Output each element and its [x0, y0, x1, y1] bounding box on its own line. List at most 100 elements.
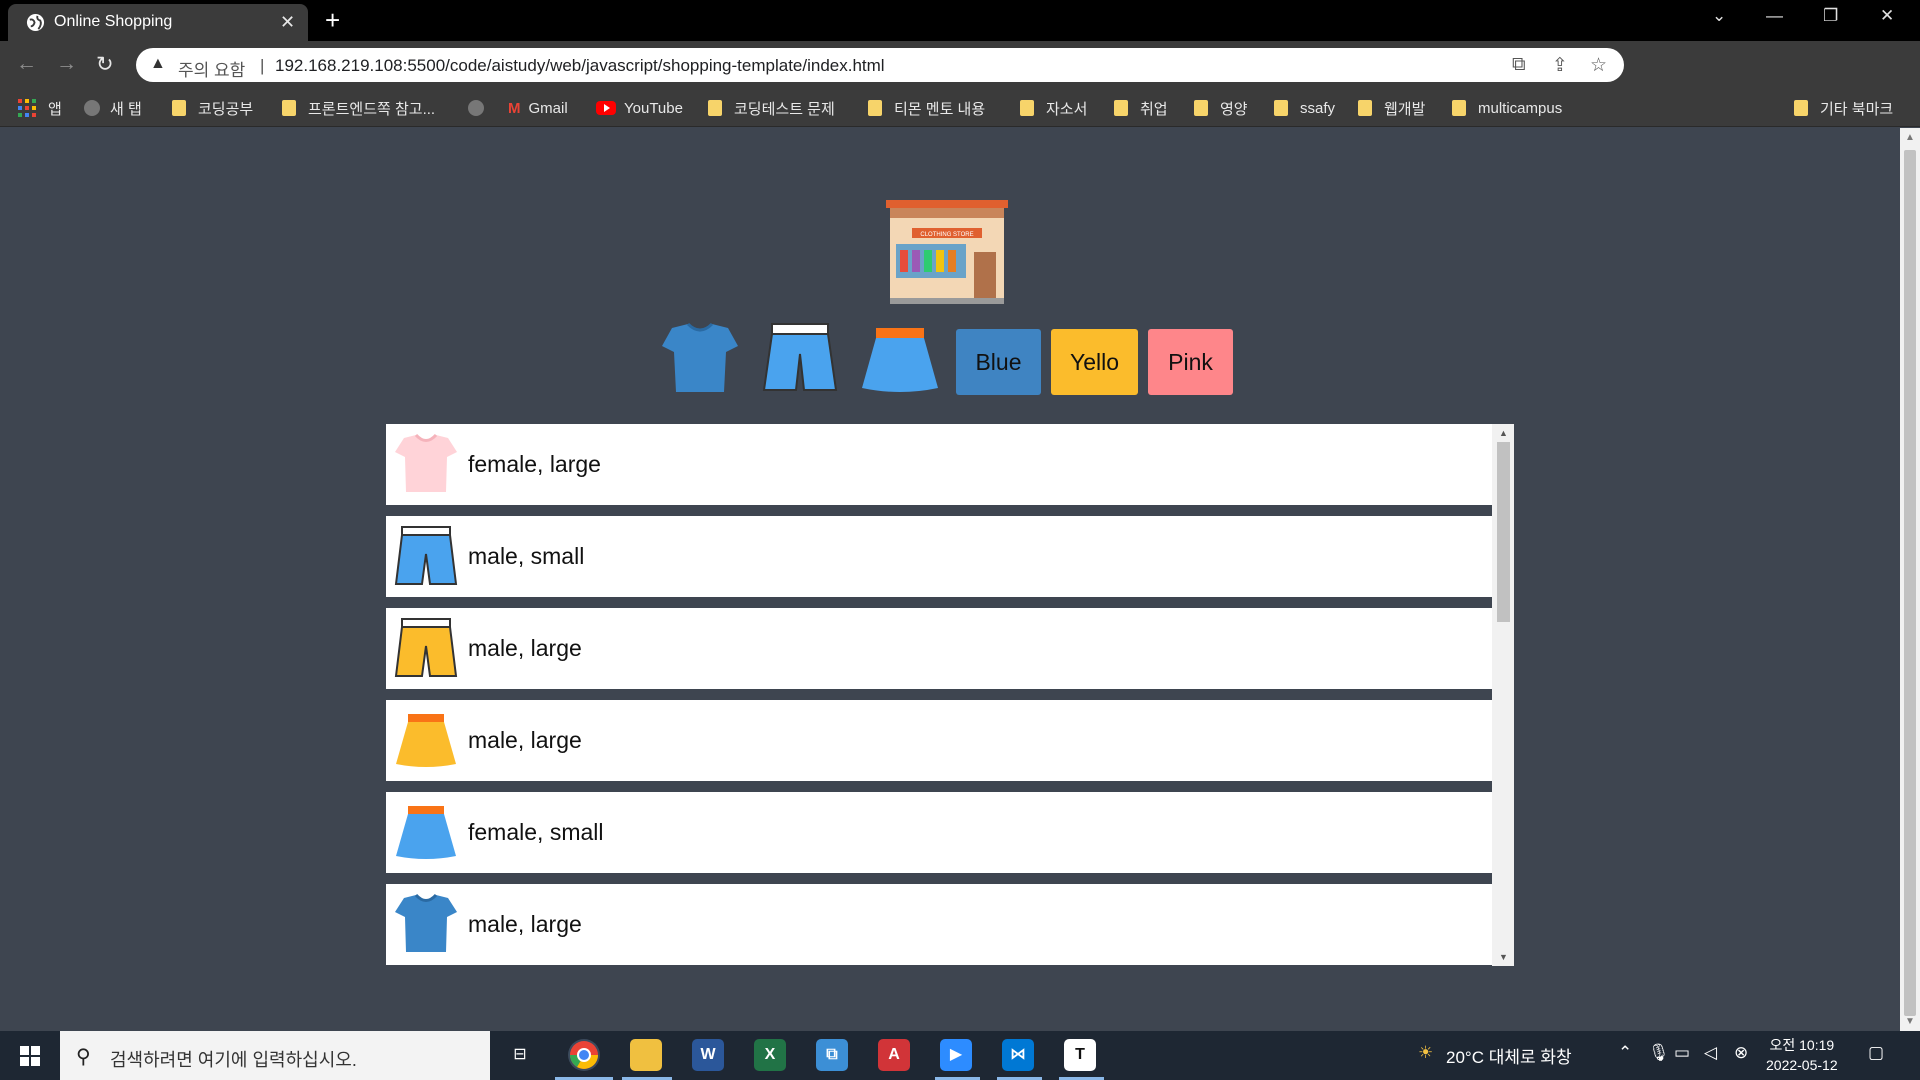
file-explorer-icon[interactable]	[630, 1039, 662, 1071]
folder-icon	[1020, 100, 1034, 116]
search-placeholder: 검색하려면 여기에 입력하십시오.	[110, 1050, 357, 1070]
pink-filter-button[interactable]: Pink	[1148, 329, 1233, 395]
forward-arrow-icon[interactable]: →	[56, 52, 77, 76]
translate-icon[interactable]: ⧉	[1512, 54, 1526, 76]
minimize-button[interactable]: —	[1766, 6, 1783, 26]
excel-app-icon[interactable]: X	[754, 1039, 786, 1071]
other-bookmarks[interactable]: 기타 북마크	[1794, 97, 1893, 119]
bookmark-label: 취업	[1140, 100, 1168, 118]
list-item[interactable]: male, large	[386, 884, 1492, 965]
windows-start-icon[interactable]	[20, 1046, 40, 1066]
list-scroll-up-icon[interactable]: ▲	[1499, 428, 1508, 438]
folder-icon	[1452, 100, 1466, 116]
close-window-button[interactable]: ✕	[1880, 6, 1894, 26]
scroll-up-arrow-icon[interactable]: ▲	[1905, 132, 1915, 143]
url-text[interactable]: 192.168.219.108:5500/code/aistudy/web/ja…	[275, 56, 885, 76]
list-item[interactable]: male, large	[386, 608, 1492, 689]
item-list[interactable]: female, large male, small male, large ma…	[386, 424, 1514, 966]
item-description: female, large	[468, 451, 601, 477]
network-off-icon[interactable]: ⊗	[1734, 1043, 1748, 1063]
bookmark-globe[interactable]	[468, 97, 494, 119]
back-arrow-icon[interactable]: ←	[16, 52, 37, 76]
list-item[interactable]: male, small	[386, 516, 1492, 597]
bookmark-star-icon[interactable]: ☆	[1590, 54, 1607, 77]
tab-title: Online Shopping	[54, 13, 173, 30]
bookmark-folder[interactable]: ssafy	[1274, 97, 1335, 119]
page-scrollbar-thumb[interactable]	[1904, 150, 1916, 1016]
battery-icon[interactable]: ▭	[1674, 1043, 1690, 1063]
word-app-icon[interactable]: W	[692, 1039, 724, 1071]
weather-text[interactable]: 20°C 대체로 화창	[1446, 1043, 1572, 1068]
pants-filter-icon[interactable]	[760, 322, 840, 394]
gmail-icon: M	[508, 99, 521, 117]
item-list-scrollbar-thumb[interactable]	[1497, 442, 1510, 622]
bookmark-folder[interactable]: 영양	[1194, 97, 1248, 119]
skirt-icon	[396, 806, 456, 859]
folder-icon	[282, 100, 296, 116]
scroll-down-arrow-icon[interactable]: ▼	[1905, 1016, 1915, 1027]
bookmark-folder[interactable]: 웹개발	[1358, 97, 1425, 119]
bookmark-label: YouTube	[624, 99, 683, 117]
list-item[interactable]: male, large	[386, 700, 1492, 781]
security-label[interactable]: 주의 요함	[178, 56, 245, 81]
bookmark-folder[interactable]: 프론트엔드쪽 참고...	[282, 97, 435, 119]
new-tab-button[interactable]: +	[325, 6, 340, 34]
address-bar[interactable]: ▲ 주의 요함 | 192.168.219.108:5500/code/aist…	[136, 48, 1624, 82]
folder-icon	[1794, 100, 1808, 116]
bookmark-folder[interactable]: 코딩테스트 문제	[708, 97, 835, 119]
restore-button[interactable]: ❐	[1823, 6, 1838, 26]
microphone-icon[interactable]: 🎙	[1648, 1043, 1670, 1063]
tray-chevron-icon[interactable]: ⌃	[1618, 1043, 1632, 1063]
bookmark-folder[interactable]: 자소서	[1020, 97, 1087, 119]
zoom-app-icon[interactable]: ▶	[940, 1039, 972, 1071]
tshirt-icon	[395, 434, 457, 492]
globe-icon	[468, 100, 484, 116]
acrobat-app-icon[interactable]: A	[878, 1039, 910, 1071]
bookmark-label: 코딩공부	[198, 100, 254, 118]
reload-icon[interactable]: ↻	[96, 52, 114, 77]
bookmark-label: 새 탭	[110, 100, 142, 118]
task-view-icon[interactable]: ⊟	[504, 1039, 536, 1071]
item-description: male, large	[468, 911, 582, 937]
vscode-app-icon[interactable]: ⋈	[1002, 1039, 1034, 1071]
bookmark-folder[interactable]: 취업	[1114, 97, 1168, 119]
skirt-icon	[396, 714, 456, 767]
skirt-filter-icon[interactable]	[860, 322, 940, 394]
item-description: male, large	[468, 727, 582, 753]
list-scroll-down-icon[interactable]: ▼	[1499, 952, 1508, 962]
taskbar-search[interactable]: ⚲ 검색하려면 여기에 입력하십시오.	[60, 1031, 490, 1080]
weather-icon[interactable]: ☀	[1418, 1043, 1433, 1063]
close-tab-icon[interactable]: ✕	[280, 12, 295, 33]
bookmark-folder[interactable]: 코딩공부	[172, 97, 253, 119]
bookmark-youtube[interactable]: YouTube	[596, 97, 683, 119]
bookmark-apps[interactable]: 앱	[18, 97, 62, 119]
tab-search-icon[interactable]: ⌄	[1712, 6, 1726, 26]
item-description: male, small	[468, 543, 585, 569]
clock-date: 2022-05-12	[1766, 1057, 1838, 1073]
system-clock[interactable]: 오전 10:19 2022-05-12	[1766, 1035, 1838, 1075]
blue-filter-button[interactable]: Blue	[956, 329, 1041, 395]
page-scrollbar[interactable]: ▲ ▼	[1900, 128, 1920, 1031]
bookmark-label: Gmail	[528, 99, 568, 117]
item-list-scrollbar[interactable]: ▲ ▼	[1492, 424, 1514, 966]
browser-tab[interactable]: Online Shopping ✕	[8, 4, 308, 41]
store-sign-text: CLOTHING STORE	[920, 232, 973, 238]
bookmark-folder[interactable]: multicampus	[1452, 97, 1562, 119]
yellow-filter-button[interactable]: Yello	[1051, 329, 1138, 395]
bookmark-label: 코딩테스트 문제	[734, 100, 835, 118]
bookmark-folder[interactable]: 티몬 멘토 내용	[868, 97, 985, 119]
store-app-icon[interactable]: ⧉	[816, 1039, 848, 1071]
chrome-app-icon[interactable]	[568, 1039, 600, 1071]
list-item[interactable]: female, large	[386, 424, 1492, 505]
bookmark-gmail[interactable]: M Gmail	[508, 97, 568, 119]
warning-icon[interactable]: ▲	[150, 55, 166, 73]
typora-app-icon[interactable]: T	[1064, 1039, 1096, 1071]
clothing-store-icon[interactable]: CLOTHING STORE	[886, 200, 1008, 304]
tshirt-filter-icon[interactable]	[660, 322, 740, 394]
share-icon[interactable]: ⇪	[1552, 54, 1568, 77]
other-bookmarks-label: 기타 북마크	[1820, 100, 1894, 118]
volume-icon[interactable]: ◁	[1704, 1043, 1717, 1063]
notification-icon[interactable]: ▢	[1868, 1043, 1884, 1063]
bookmark-new-tab[interactable]: 새 탭	[84, 97, 142, 119]
list-item[interactable]: female, small	[386, 792, 1492, 873]
